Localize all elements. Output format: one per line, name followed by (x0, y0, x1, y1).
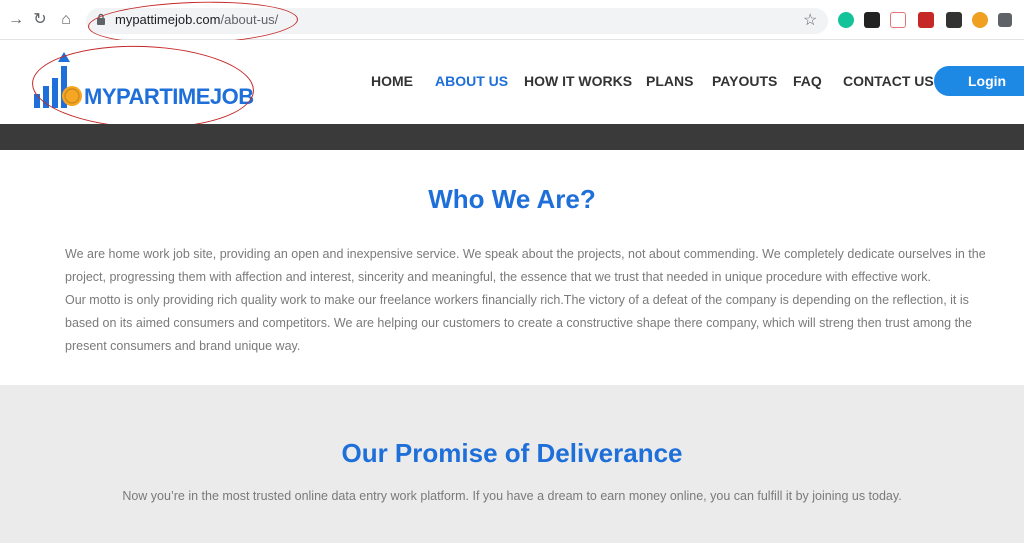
lock-icon (97, 13, 105, 25)
puzzle-icon[interactable] (998, 13, 1012, 27)
login-button[interactable]: Login (934, 66, 1024, 96)
who-paragraph-line: We are home work job site, providing an … (65, 247, 986, 261)
who-paragraph-line: project, progressing them with affection… (65, 270, 932, 284)
who-paragraph-line: based on its aimed consumers and competi… (65, 316, 972, 330)
browser-toolbar: → ↻ ⌂ mypattimejob.com/about-us/ ☆ (0, 0, 1024, 48)
reload-icon[interactable]: ↻ (30, 10, 50, 30)
extension-icon[interactable] (864, 12, 880, 28)
url-path: /about-us/ (220, 12, 279, 27)
logo-text[interactable]: MYPARTIMEJOB (84, 84, 254, 110)
url-text[interactable]: mypattimejob.com/about-us/ (115, 12, 278, 27)
nav-home[interactable]: HOME (371, 73, 413, 89)
url-domain: mypattimejob.com (115, 12, 221, 27)
who-paragraph-line: present consumers and brand unique way. (65, 339, 301, 353)
nav-contact-us[interactable]: CONTACT US (843, 73, 934, 89)
nav-faq[interactable]: FAQ (793, 73, 822, 89)
promise-text: Now you’re in the most trusted online da… (122, 489, 902, 503)
promise-title: Our Promise of Deliverance (341, 438, 683, 468)
grammarly-icon[interactable] (838, 12, 854, 28)
nav-how-it-works[interactable]: HOW IT WORKS (524, 73, 632, 89)
forward-icon[interactable]: → (6, 10, 26, 30)
header-band (0, 124, 1024, 150)
extension-icon[interactable] (972, 12, 988, 28)
who-paragraph-line: Our motto is only providing rich quality… (65, 293, 969, 307)
nav-about-us[interactable]: ABOUT US (435, 73, 508, 89)
pdf-icon[interactable] (918, 12, 934, 28)
home-icon[interactable]: ⌂ (56, 10, 76, 30)
star-icon[interactable]: ☆ (803, 10, 817, 30)
nav-plans[interactable]: PLANS (646, 73, 693, 89)
extension-icon[interactable] (890, 12, 906, 28)
who-we-are-title: Who We Are? (428, 184, 596, 214)
nav-payouts[interactable]: PAYOUTS (712, 73, 777, 89)
extension-icon[interactable] (946, 12, 962, 28)
